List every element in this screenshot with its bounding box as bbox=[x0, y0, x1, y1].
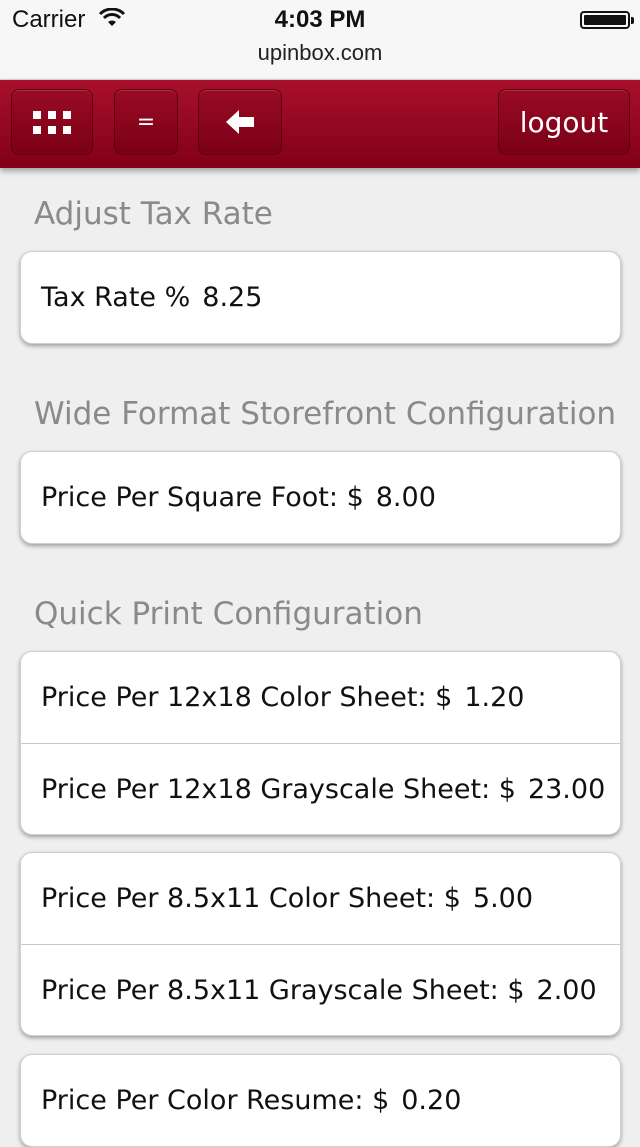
price-8x11-grayscale-label: Price Per 8.5x11 Grayscale Sheet: $ bbox=[41, 974, 525, 1006]
price-per-square-foot-value[interactable]: 8.00 bbox=[376, 482, 436, 513]
price-color-resume-value[interactable]: 0.20 bbox=[401, 1085, 461, 1116]
menu-grid-button[interactable] bbox=[11, 89, 93, 155]
battery-icon bbox=[580, 11, 634, 29]
grid-icon bbox=[33, 110, 71, 134]
price-8x11-color-row[interactable]: Price Per 8.5x11 Color Sheet: $ 5.00 bbox=[21, 853, 620, 944]
top-toolbar: = logout bbox=[0, 80, 640, 168]
tax-rate-row[interactable]: Tax Rate % 8.25 bbox=[21, 252, 620, 343]
tax-card: Tax Rate % 8.25 bbox=[20, 251, 621, 344]
price-12x18-grayscale-value[interactable]: 23.00 bbox=[528, 774, 605, 805]
section-title-quick-print: Quick Print Configuration bbox=[34, 596, 423, 632]
price-color-resume-row[interactable]: Price Per Color Resume: $ 0.20 bbox=[21, 1055, 620, 1146]
price-12x18-color-label: Price Per 12x18 Color Sheet: $ bbox=[41, 682, 453, 713]
logout-button[interactable]: logout bbox=[498, 89, 630, 155]
price-12x18-grayscale-row[interactable]: Price Per 12x18 Grayscale Sheet: $ 23.00 bbox=[21, 743, 620, 834]
quick-print-card-12x18: Price Per 12x18 Color Sheet: $ 1.20 Pric… bbox=[20, 651, 621, 835]
arrow-left-icon bbox=[226, 110, 254, 134]
price-12x18-color-row[interactable]: Price Per 12x18 Color Sheet: $ 1.20 bbox=[21, 652, 620, 743]
price-8x11-color-label: Price Per 8.5x11 Color Sheet: $ bbox=[41, 883, 461, 914]
clock: 4:03 PM bbox=[274, 6, 366, 33]
wide-format-card: Price Per Square Foot: $ 8.00 bbox=[20, 451, 621, 544]
back-button[interactable] bbox=[198, 89, 282, 155]
equals-button[interactable]: = bbox=[114, 89, 178, 155]
section-title-wide-format: Wide Format Storefront Configuration bbox=[34, 396, 617, 432]
price-8x11-color-value[interactable]: 5.00 bbox=[473, 883, 533, 914]
price-per-square-foot-label: Price Per Square Foot: $ bbox=[41, 482, 364, 513]
price-color-resume-label: Price Per Color Resume: $ bbox=[41, 1085, 390, 1116]
price-8x11-grayscale-row[interactable]: Price Per 8.5x11 Grayscale Sheet: $ 2.00 bbox=[21, 944, 620, 1035]
price-12x18-color-value[interactable]: 1.20 bbox=[464, 682, 524, 713]
quick-print-card-8x11: Price Per 8.5x11 Color Sheet: $ 5.00 Pri… bbox=[20, 852, 621, 1036]
status-bar: Carrier 4:03 PM upinbox.com bbox=[0, 0, 640, 80]
quick-print-card-resume: Price Per Color Resume: $ 0.20 bbox=[20, 1054, 621, 1147]
tax-rate-label: Tax Rate % bbox=[41, 282, 191, 313]
price-12x18-grayscale-label: Price Per 12x18 Grayscale Sheet: $ bbox=[41, 773, 516, 805]
section-title-tax: Adjust Tax Rate bbox=[34, 196, 273, 232]
url-label[interactable]: upinbox.com bbox=[0, 40, 640, 66]
price-per-square-foot-row[interactable]: Price Per Square Foot: $ 8.00 bbox=[21, 452, 620, 543]
price-8x11-grayscale-value[interactable]: 2.00 bbox=[537, 975, 597, 1006]
tax-rate-value[interactable]: 8.25 bbox=[202, 282, 262, 313]
